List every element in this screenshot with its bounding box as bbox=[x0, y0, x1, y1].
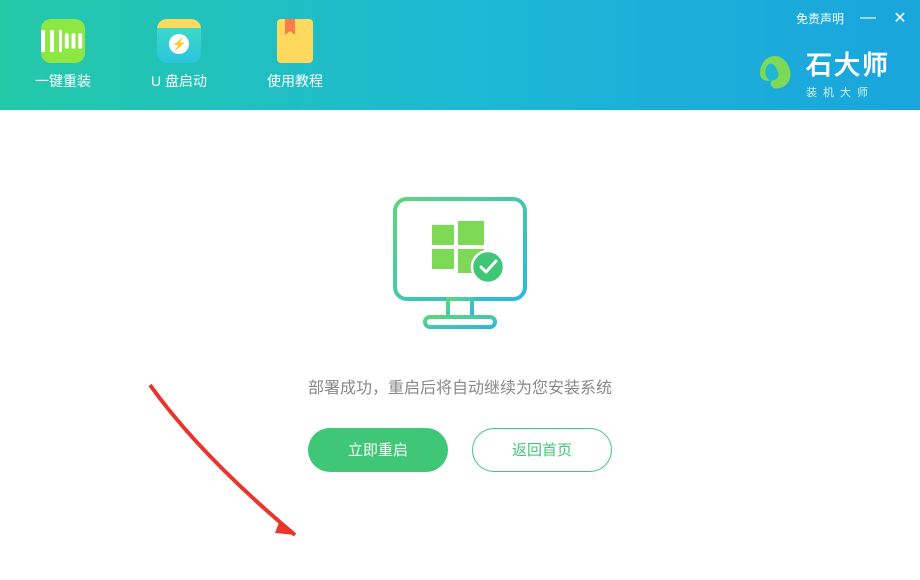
window-controls: 免责声明 — ✕ bbox=[796, 8, 908, 28]
tutorial-icon bbox=[277, 19, 313, 63]
monitor-success-icon bbox=[380, 189, 540, 344]
disclaimer-link[interactable]: 免责声明 bbox=[796, 10, 844, 27]
brand: 石大师 装机大师 bbox=[754, 45, 890, 100]
usb-icon: ⚡ bbox=[157, 19, 201, 63]
button-label: 返回首页 bbox=[512, 439, 572, 460]
brand-subtitle: 装机大师 bbox=[806, 84, 890, 100]
tab-tutorial[interactable]: 使用教程 bbox=[257, 11, 333, 99]
tab-label: U 盘启动 bbox=[151, 71, 207, 91]
nav-tabs: 一键重装 ⚡ U 盘启动 使用教程 bbox=[25, 11, 333, 99]
close-button[interactable]: ✕ bbox=[892, 8, 908, 28]
restart-button[interactable]: 立即重启 bbox=[308, 428, 448, 472]
tab-label: 一键重装 bbox=[35, 71, 91, 91]
main-content: 部署成功，重启后将自动继续为您安装系统 立即重启 返回首页 bbox=[0, 110, 920, 580]
brand-title: 石大师 bbox=[806, 45, 890, 82]
tab-usb-boot[interactable]: ⚡ U 盘启动 bbox=[141, 11, 217, 99]
app-header: 一键重装 ⚡ U 盘启动 使用教程 免责声明 — ✕ 石大师 bbox=[0, 0, 920, 110]
minimize-button[interactable]: — bbox=[860, 9, 876, 27]
home-button[interactable]: 返回首页 bbox=[472, 428, 612, 472]
button-label: 立即重启 bbox=[348, 439, 408, 460]
status-message: 部署成功，重启后将自动继续为您安装系统 bbox=[308, 374, 612, 398]
tab-reinstall[interactable]: 一键重装 bbox=[25, 11, 101, 99]
reinstall-icon bbox=[41, 19, 85, 63]
brand-logo-icon bbox=[754, 52, 796, 94]
action-buttons: 立即重启 返回首页 bbox=[308, 428, 612, 472]
tab-label: 使用教程 bbox=[267, 71, 323, 91]
